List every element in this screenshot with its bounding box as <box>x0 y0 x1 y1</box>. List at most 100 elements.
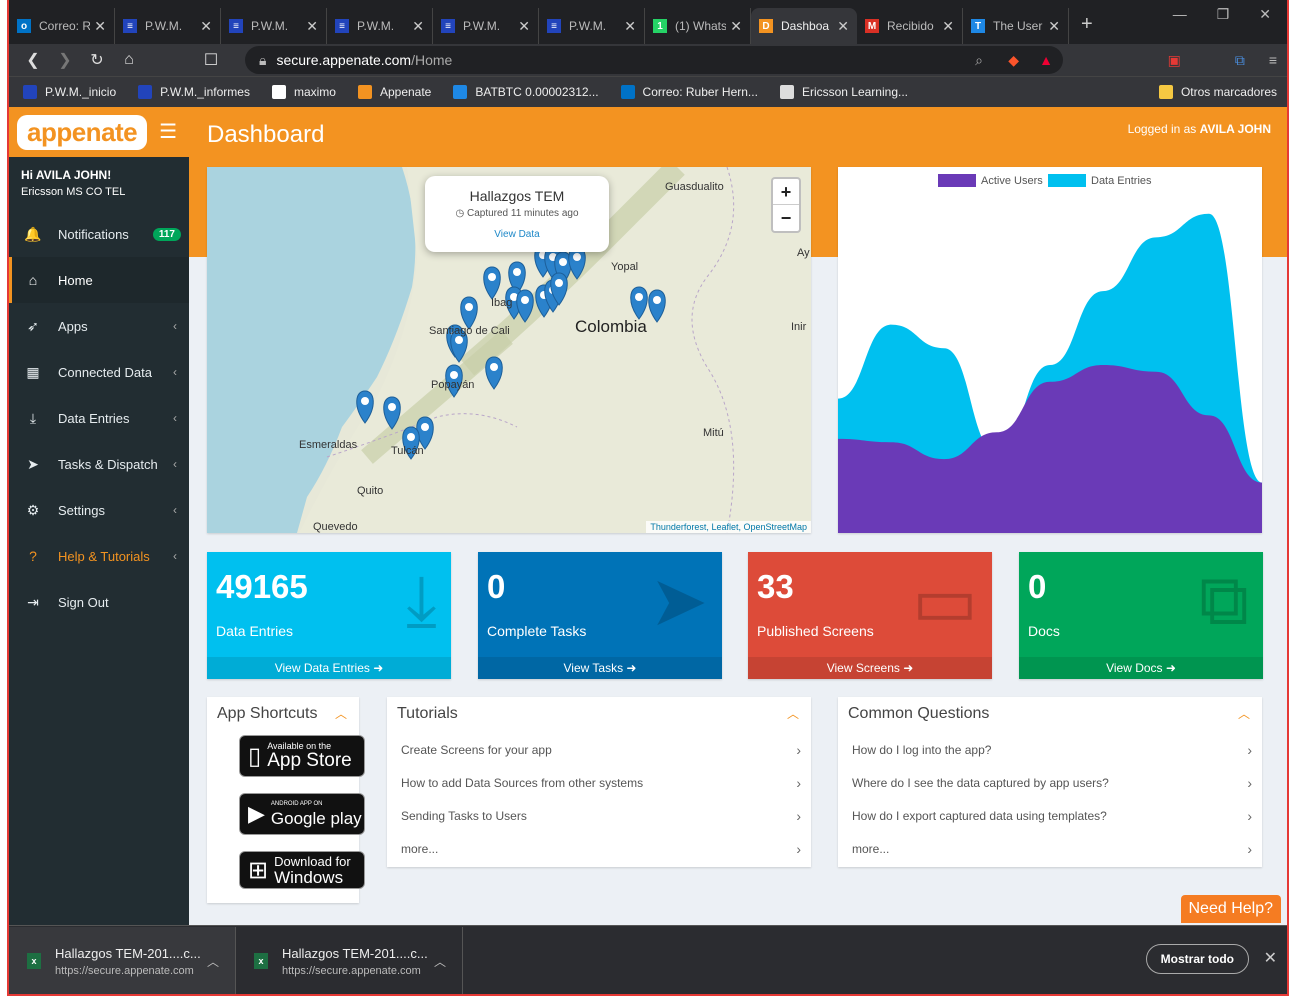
questions-row[interactable]: Where do I see the data captured by app … <box>852 773 1252 793</box>
sidebar-item-connected-data[interactable]: ▦ Connected Data ‹ <box>9 349 189 395</box>
tab-5[interactable]: ≡ P.W.M. ✕ <box>539 8 645 44</box>
tab-close-icon[interactable]: ✕ <box>624 18 636 35</box>
restore-icon[interactable]: ❐ <box>1217 6 1230 23</box>
home-icon: ⌂ <box>28 272 38 288</box>
zoom-out-button[interactable]: − <box>773 205 799 231</box>
need-help-button[interactable]: Need Help? <box>1180 895 1281 923</box>
map-panel[interactable]: Hallazgos TEM ◷ Captured 11 minutes ago … <box>207 167 811 533</box>
tab-close-icon[interactable]: ✕ <box>942 18 954 35</box>
marker-dot <box>653 296 661 304</box>
tab-3[interactable]: ≡ P.W.M. ✕ <box>327 8 433 44</box>
tab-6[interactable]: 1 (1) Whats ✕ <box>645 8 751 44</box>
show-all-button[interactable]: Mostrar todo <box>1145 944 1249 974</box>
tab-close-icon[interactable]: ✕ <box>518 18 530 35</box>
google-play-badge[interactable]: ▶ ANDROID APP ON Google play <box>239 793 365 835</box>
download-item[interactable]: x Hallazgos TEM-201....c... https://secure… <box>236 927 463 994</box>
sidebar-item-notifications[interactable]: 🔔 Notifications 117 <box>9 211 189 257</box>
windows-badge[interactable]: ⊞ Download for Windows <box>239 851 365 889</box>
tab-close-icon[interactable]: ✕ <box>730 18 742 35</box>
sidebar-item-tasks-dispatch[interactable]: ➤ Tasks & Dispatch ‹ <box>9 441 189 487</box>
menu-icon[interactable]: ≡ <box>1269 52 1277 69</box>
bookmark-item[interactable]: BATBTC 0.00002312... <box>453 85 599 99</box>
bookmark-item[interactable]: Correo: Ruber Hern... <box>620 85 758 99</box>
sidebar-item-apps[interactable]: ➶ Apps ‹ <box>9 303 189 349</box>
bookmark-item[interactable]: Ericsson Learning... <box>779 85 908 99</box>
tab-close-icon[interactable]: ✕ <box>94 18 106 35</box>
other-bookmarks[interactable]: Otros marcadores <box>1158 85 1277 99</box>
chevron-right-icon: › <box>1247 742 1252 758</box>
bookmark-item[interactable]: P.W.M._informes <box>138 85 250 99</box>
stat-link[interactable]: View Screens ➜ <box>748 657 992 679</box>
collapse-shortcuts-icon[interactable]: ︿ <box>335 705 347 722</box>
place-label: Ay <box>797 247 810 259</box>
tutorials-row[interactable]: Create Screens for your app › <box>401 740 801 760</box>
tab-0[interactable]: o Correo: R ✕ <box>9 8 115 44</box>
tutorials-row[interactable]: more... › <box>401 839 801 859</box>
tab-favicon-icon: ≡ <box>123 19 137 33</box>
country-label: Colombia <box>575 317 647 336</box>
back-icon[interactable]: ❮ <box>17 50 49 70</box>
marker-dot <box>555 279 563 287</box>
bookmark-label: maximo <box>293 85 336 99</box>
url-input[interactable]: 🔒︎ secure.appenate.com/Home ⌕ ◆ ▲ <box>245 46 1063 74</box>
organization: Ericsson MS CO TEL <box>21 186 126 198</box>
stat-link[interactable]: View Data Entries ➜ <box>207 657 451 679</box>
new-tab-icon[interactable]: + <box>1081 13 1093 36</box>
chevron-up-icon[interactable]: ︿ <box>434 953 446 970</box>
collapse-questions-icon[interactable]: ︿ <box>1238 705 1250 722</box>
brave-shield-icon[interactable]: ◆ <box>1008 52 1019 69</box>
tab-4[interactable]: ≡ P.W.M. ✕ <box>433 8 539 44</box>
bookmark-item[interactable]: Appenate <box>357 85 431 99</box>
close-downloads-icon[interactable]: ✕ <box>1264 948 1277 968</box>
hamburger-icon[interactable]: ☰ <box>159 119 177 144</box>
stat-box-data-entries: ⤓ 49165 Data Entries View Data Entries ➜ <box>207 552 451 679</box>
tab-close-icon[interactable]: ✕ <box>412 18 424 35</box>
bookmark-icon[interactable]: ☐ <box>195 50 227 70</box>
close-window-icon[interactable]: ✕ <box>1259 6 1271 23</box>
tab-8[interactable]: M Recibido ✕ <box>857 8 963 44</box>
tab-7[interactable]: D Dashboa ✕ <box>751 8 857 44</box>
questions-row-label: How do I export captured data using temp… <box>852 809 1107 823</box>
reload-icon[interactable]: ↻ <box>81 50 113 70</box>
sidebar-item-data-entries[interactable]: ⤓ Data Entries ‹ <box>9 395 189 441</box>
tab-close-icon[interactable]: ✕ <box>200 18 212 35</box>
map-attribution[interactable]: Thunderforest, Leaflet, OpenStreetMap <box>646 521 811 533</box>
minimize-icon[interactable]: — <box>1173 6 1187 23</box>
marker-dot <box>573 253 581 261</box>
popup-view-data-link[interactable]: View Data <box>425 229 609 240</box>
bookmark-item[interactable]: maximo <box>271 85 336 99</box>
extension-icon[interactable]: ▣ <box>1168 52 1181 69</box>
questions-row[interactable]: more... › <box>852 839 1252 859</box>
stat-link[interactable]: View Docs ➜ <box>1019 657 1263 679</box>
forward-icon[interactable]: ❯ <box>49 50 81 70</box>
tab-close-icon[interactable]: ✕ <box>837 18 849 35</box>
url-host: secure.appenate.com <box>276 52 412 68</box>
sidebar-item-help-tutorials[interactable]: ? Help & Tutorials ‹ <box>9 533 189 579</box>
home-browser-icon[interactable]: ⌂ <box>113 51 145 69</box>
tutorials-row[interactable]: How to add Data Sources from other syste… <box>401 773 801 793</box>
collapse-tutorials-icon[interactable]: ︿ <box>787 705 799 722</box>
rewards-icon[interactable]: ▲ <box>1039 52 1053 68</box>
zoom-icon[interactable]: ⌕ <box>975 52 983 69</box>
tab-close-icon[interactable]: ✕ <box>1048 18 1060 35</box>
bookmark-label: P.W.M._inicio <box>45 85 117 99</box>
tab-9[interactable]: T The User ✕ <box>963 8 1069 44</box>
chevron-up-icon[interactable]: ︿ <box>207 953 219 970</box>
questions-row[interactable]: How do I log into the app? › <box>852 740 1252 760</box>
sidebar-item-home[interactable]: ⌂ Home <box>9 257 189 303</box>
download-item[interactable]: x Hallazgos TEM-201....c... https://secure… <box>9 927 236 994</box>
sidebar-item-settings[interactable]: ⚙ Settings ‹ <box>9 487 189 533</box>
download-text: Hallazgos TEM-201....c... https://secure.… <box>55 946 201 977</box>
questions-row[interactable]: How do I export captured data using temp… <box>852 806 1252 826</box>
sidebar-item-sign-out[interactable]: ⇥ Sign Out <box>9 579 189 625</box>
stat-link[interactable]: View Tasks ➜ <box>478 657 722 679</box>
zoom-in-button[interactable]: + <box>773 179 799 205</box>
tab-2[interactable]: ≡ P.W.M. ✕ <box>221 8 327 44</box>
tutorials-row[interactable]: Sending Tasks to Users › <box>401 806 801 826</box>
bookmark-item[interactable]: P.W.M._inicio <box>23 85 116 99</box>
tab-close-icon[interactable]: ✕ <box>306 18 318 35</box>
chevron-left-icon: ‹ <box>173 503 177 517</box>
translate-icon[interactable]: ⧉ <box>1235 52 1245 69</box>
app-store-badge[interactable]: ▯ Available on the App Store <box>239 735 365 777</box>
tab-1[interactable]: ≡ P.W.M. ✕ <box>115 8 221 44</box>
